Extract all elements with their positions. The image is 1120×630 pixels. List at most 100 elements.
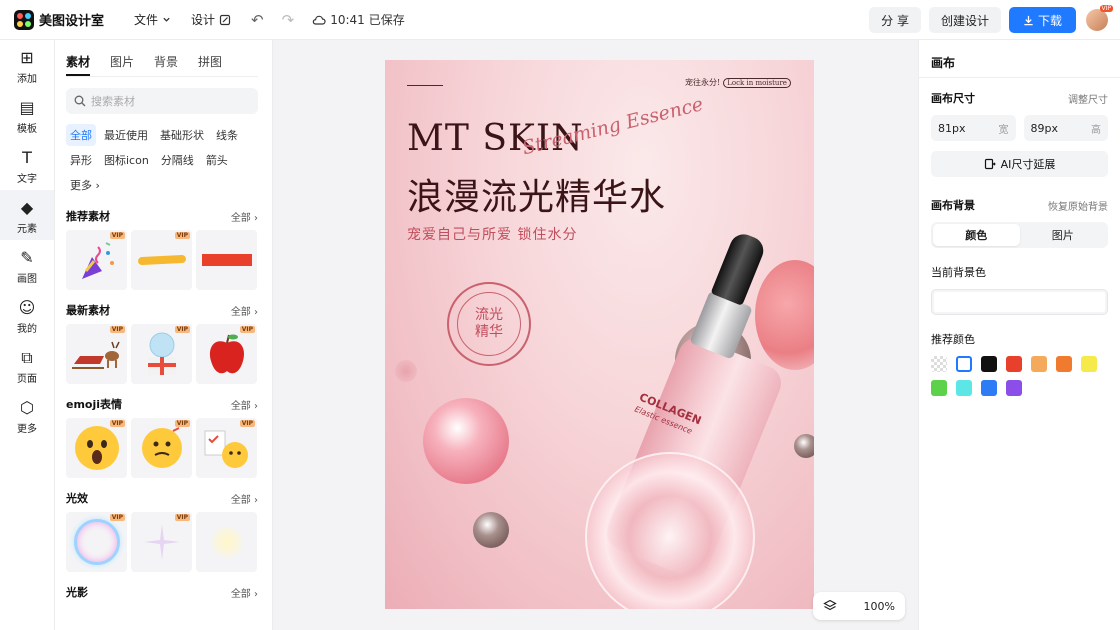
tab-backgrounds[interactable]: 背景 [154,53,178,76]
design-menu[interactable]: 设计 [191,11,231,28]
color-swatch[interactable] [1081,356,1097,372]
search-box[interactable] [66,88,258,114]
chip-more-label: 更多 [70,179,92,192]
rail-item-text[interactable]: T 文字 [0,140,54,190]
party-popper-sticker[interactable]: VIP [66,230,127,290]
color-swatch[interactable] [1006,356,1022,372]
thinking-emoji-sticker[interactable]: VIP [131,418,192,478]
rail-item-add[interactable]: ⊞ 添加 [0,40,54,90]
rail-item-mine[interactable]: ☺ 我的 [0,290,54,340]
resize-link[interactable]: 调整尺寸 [1068,91,1108,106]
glow-light-sticker[interactable] [196,512,257,572]
current-bg-color-field[interactable] [931,289,1108,315]
layers-icon[interactable] [823,599,837,613]
zoom-level[interactable]: 100% [864,600,895,613]
vip-badge: VIP [109,326,125,333]
zoom-control[interactable]: 100% [813,592,905,620]
bubble-light-sticker[interactable]: VIP [66,512,127,572]
rail-item-templates[interactable]: ▤ 模板 [0,90,54,140]
rail-item-pages[interactable]: ⧉ 页面 [0,340,54,390]
poster-title-cn[interactable]: 浪漫流光精华水 [407,168,666,220]
width-value: 81px [938,121,966,135]
redo-icon[interactable]: ↷ [282,11,295,29]
section-light-shadow: 光影 全部 › [66,584,258,600]
seal-text-1: 流光 [475,307,503,323]
rail-item-label: 更多 [17,424,37,435]
see-all-link[interactable]: 全部 › [231,585,258,600]
color-swatch[interactable] [1006,380,1022,396]
file-menu[interactable]: 文件 [134,11,171,28]
width-field[interactable]: 81px 宽 [931,115,1016,141]
chip-more[interactable]: 更多 › [66,174,104,196]
chip-lines[interactable]: 线条 [212,124,242,146]
vip-badge: VIP [174,514,190,521]
color-swatch[interactable] [956,380,972,396]
color-swatch[interactable] [1056,356,1072,372]
chip-recent[interactable]: 最近使用 [100,124,152,146]
chip-icons[interactable]: 图标icon [100,149,153,171]
bg-type-image[interactable]: 图片 [1020,224,1107,246]
tab-divider [66,76,258,77]
poster-tagline[interactable]: 宠往永分! Lock in moisture [685,77,791,88]
see-all-link[interactable]: 全部 › [231,209,258,224]
checklist-emoji-sticker[interactable]: VIP [196,418,257,478]
color-swatch[interactable] [956,356,972,372]
poster-subtitle[interactable]: 宠爱自己与所爱 锁住水分 [407,224,577,244]
tab-collage[interactable]: 拼图 [198,53,222,76]
rail-item-label: 元素 [17,224,37,235]
reindeer-sleigh-sticker[interactable]: VIP [66,324,127,384]
scared-emoji-sticker[interactable]: VIP [66,418,127,478]
see-all-link[interactable]: 全部 › [231,491,258,506]
shapes-icon: ◆ [20,198,34,217]
section-title: emoji表情 [66,398,123,411]
tab-materials[interactable]: 素材 [66,53,91,76]
height-unit: 高 [1091,124,1101,136]
app-logo[interactable]: 美图设计室 [14,9,104,30]
gift-globe-sticker[interactable]: VIP [131,324,192,384]
restore-bg-link[interactable]: 恢复原始背景 [1048,198,1108,213]
color-swatch[interactable] [931,380,947,396]
rail-item-elements[interactable]: ◆ 元素 [0,190,54,240]
chip-shapes[interactable]: 基础形状 [156,124,208,146]
color-swatch[interactable] [931,356,947,372]
canvas-bg-label: 画布背景 [931,199,975,212]
chip-all[interactable]: 全部 [66,124,96,146]
rail-item-label: 页面 [17,374,37,385]
avatar[interactable]: VIP [1086,5,1113,31]
bg-type-color[interactable]: 颜色 [933,224,1020,246]
height-field[interactable]: 89px 高 [1023,115,1108,141]
tab-images[interactable]: 图片 [110,53,134,76]
blur-bubble-image [395,360,417,382]
section-title: 光效 [66,492,88,505]
category-chips: 全部 最近使用 基础形状 线条 异形 图标icon 分隔线 箭头 更多 › [66,121,262,196]
properties-panel: 画布 画布尺寸 调整尺寸 81px 宽 89px 高 AI尺寸延展 画布背景 恢… [918,40,1120,630]
download-button[interactable]: 下载 [1008,7,1076,33]
color-swatch[interactable] [981,356,997,372]
vip-badge: VIP [109,232,125,239]
apple-sticker[interactable]: VIP [196,324,257,384]
create-design-button[interactable]: 创建设计 [928,7,1001,33]
section-title: 推荐素材 [66,210,110,223]
color-swatch[interactable] [981,380,997,396]
color-swatch[interactable] [1031,356,1047,372]
red-bar-sticker[interactable] [196,230,257,290]
share-button[interactable]: 分 享 [869,7,921,33]
rail-item-draw[interactable]: ✎ 画图 [0,240,54,290]
chip-irregular[interactable]: 异形 [66,149,96,171]
see-all-link[interactable]: 全部 › [231,397,258,412]
poster-seal-stamp[interactable]: 流光 精华 [447,282,531,366]
top-bar: 美图设计室 文件 设计 ↶ ↷ 10:41 已保存 分 享 创建设计 下载 VI… [0,0,1120,40]
undo-icon[interactable]: ↶ [251,11,264,29]
rail-item-more[interactable]: ⬡ 更多 [0,390,54,440]
poster-canvas[interactable]: 宠往永分! Lock in moisture MT SKIN Streaming… [385,60,814,609]
brush-stroke-sticker[interactable]: VIP [131,230,192,290]
search-input[interactable] [91,94,241,108]
design-menu-label: 设计 [191,13,216,27]
bg-type-toggle: 颜色 图片 [931,222,1108,248]
chip-dividers[interactable]: 分隔线 [157,149,198,171]
chevron-down-icon [163,17,170,22]
ai-extend-button[interactable]: AI尺寸延展 [931,151,1108,177]
chip-arrows[interactable]: 箭头 [202,149,232,171]
see-all-link[interactable]: 全部 › [231,303,258,318]
sparkle-light-sticker[interactable]: VIP [131,512,192,572]
